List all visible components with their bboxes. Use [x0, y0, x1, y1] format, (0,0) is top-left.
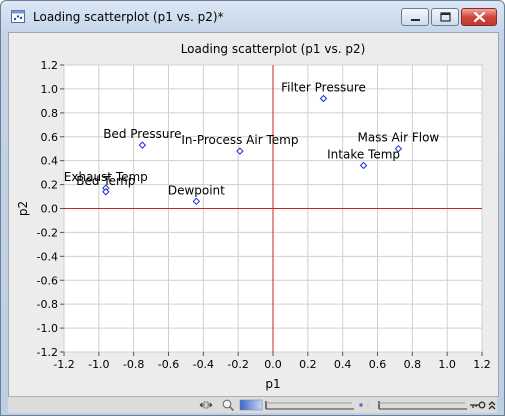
y-tick-label: 0.4 [41, 155, 59, 168]
y-tick-label: -1.0 [37, 322, 58, 335]
slider-track[interactable] [377, 397, 469, 413]
y-tick-label: -0.4 [37, 250, 58, 263]
y-tick-label: 0.0 [41, 203, 59, 216]
y-tick-label: -0.6 [37, 274, 58, 287]
y-tick-label: 1.2 [41, 59, 59, 72]
scatterplot-app-icon [11, 10, 25, 23]
close-button[interactable] [461, 8, 497, 26]
point-label: Bed Temp [76, 174, 135, 188]
minimize-icon [411, 19, 420, 21]
x-tick-label: -0.2 [227, 358, 248, 371]
point-label: Filter Pressure [281, 80, 366, 94]
maximize-button[interactable] [431, 8, 459, 26]
x-axis-label: p1 [265, 377, 280, 391]
point-label: Mass Air Flow [358, 131, 440, 145]
x-tick-label: 1.0 [438, 358, 456, 371]
slider-track[interactable] [264, 397, 356, 413]
range-dots-icon[interactable] [356, 397, 374, 413]
point-label: In-Process Air Temp [181, 133, 298, 147]
y-tick-label: 0.2 [41, 179, 59, 192]
x-tick-label: 0.2 [299, 358, 317, 371]
title-bar[interactable]: Loading scatterplot (p1 vs. p2)* [1, 1, 504, 31]
zoom-icon[interactable] [220, 397, 236, 413]
x-tick-label: 1.2 [473, 358, 491, 371]
y-tick-label: -0.8 [37, 298, 58, 311]
y-tick-label: -0.2 [37, 226, 58, 239]
x-tick-label: -0.4 [193, 358, 214, 371]
minimize-button[interactable] [401, 8, 429, 26]
maximize-icon [440, 12, 451, 22]
window-title: Loading scatterplot (p1 vs. p2)* [33, 10, 224, 24]
double-chevron-up-icon[interactable] [487, 397, 497, 413]
scatter-chart[interactable]: Loading scatterplot (p1 vs. p2) -1.2 -1.0… [9, 33, 498, 396]
x-tick-label: 0.4 [334, 358, 352, 371]
x-tick-label: -1.0 [88, 358, 109, 371]
y-tick-label: 1.0 [41, 83, 59, 96]
chart-title: Loading scatterplot (p1 vs. p2) [181, 42, 366, 56]
chart-area: Loading scatterplot (p1 vs. p2) -1.2 -1.0… [8, 32, 499, 397]
x-tick-label: -1.2 [53, 358, 74, 371]
x-tick-label: -0.8 [123, 358, 144, 371]
y-tick-label: 0.8 [41, 107, 59, 120]
close-icon [473, 11, 486, 23]
y-axis-label: p2 [16, 201, 30, 216]
bottom-toolbar [8, 396, 497, 413]
x-tick-labels: -1.2 -1.0 -0.8 -0.6 -0.4 -0.2 0.0 0.2 0.4 0.6 0.8 1… [53, 358, 490, 371]
y-tick-labels: 1.2 1.0 0.8 0.6 0.4 0.2 0.0 -0.2 -0.4 -0.6 -0.8 -1.… [37, 59, 58, 359]
x-tick-label: 0.6 [369, 358, 387, 371]
x-tick-label: 0.0 [264, 358, 282, 371]
point-label: Intake Temp [327, 147, 400, 161]
color-scale-icon[interactable] [239, 397, 263, 413]
x-tick-label: -0.6 [158, 358, 179, 371]
app-window: Loading scatterplot (p1 vs. p2)* Loading… [0, 0, 505, 416]
point-label: Bed Pressure [103, 127, 181, 141]
key-icon[interactable] [469, 397, 487, 413]
point-label: Dewpoint [168, 183, 225, 197]
y-tick-label: 0.6 [41, 131, 59, 144]
pan-arrows-icon[interactable] [197, 397, 215, 413]
x-tick-label: 0.8 [404, 358, 422, 371]
y-tick-label: -1.2 [37, 346, 58, 359]
